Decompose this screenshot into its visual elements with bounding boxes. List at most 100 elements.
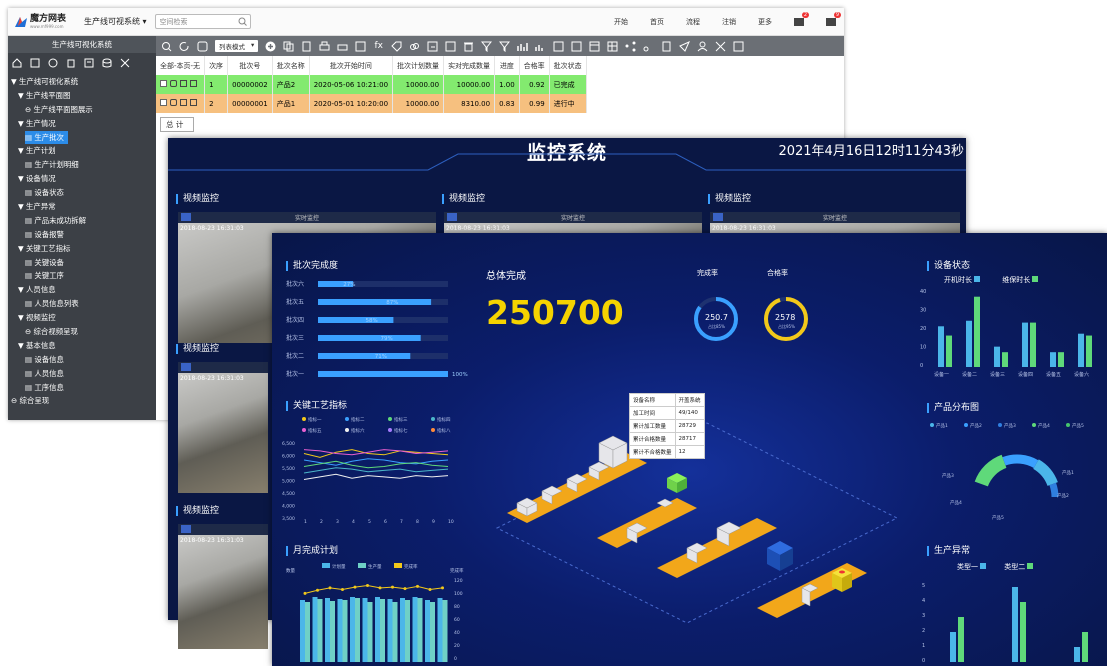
tag-icon[interactable] xyxy=(391,41,402,52)
tree-item[interactable]: ▤ 产品未成功拆解 xyxy=(8,214,156,228)
window-icon-2[interactable] xyxy=(571,41,582,52)
chart-icon[interactable] xyxy=(517,41,529,52)
row-checkbox[interactable] xyxy=(160,80,167,87)
camera-icon[interactable] xyxy=(181,363,191,371)
search-icon[interactable] xyxy=(238,17,247,26)
tree-item[interactable]: ▤ 关键设备 xyxy=(8,256,156,270)
tree-item[interactable]: ⊖ 生产线平面图展示 xyxy=(8,103,156,117)
camera-icon[interactable] xyxy=(181,525,191,533)
form-icon[interactable] xyxy=(355,41,366,52)
tree-item[interactable]: ▼ 生产线可视化系统 xyxy=(8,75,156,89)
refresh-icon[interactable] xyxy=(179,41,190,52)
share-icon[interactable] xyxy=(625,41,636,52)
tree-item[interactable]: ▤ 人员信息列表 xyxy=(8,297,156,311)
print-icon[interactable] xyxy=(319,41,330,52)
tree-item[interactable]: ▤ 人员信息 xyxy=(8,367,156,381)
print-preview-icon[interactable] xyxy=(337,41,348,52)
view-icon[interactable] xyxy=(170,99,177,106)
menu-start[interactable]: 开始 xyxy=(614,17,628,27)
layout-icon[interactable] xyxy=(589,41,600,52)
table-row[interactable]: 2 00000001 产品1 2020-05-01 10:20:00 10000.00 8… xyxy=(156,94,587,113)
tree-item[interactable]: ▼ 视频监控 xyxy=(8,311,156,325)
edit-icon[interactable] xyxy=(180,80,187,87)
tree-item[interactable]: ▼ 生产计划 xyxy=(8,144,156,158)
menu-logout[interactable]: 注销 xyxy=(722,17,736,27)
column-header[interactable]: 合格率 xyxy=(519,56,550,75)
edit-icon[interactable] xyxy=(180,99,187,106)
tree-item[interactable]: ▤ 生产批次 xyxy=(8,130,156,145)
column-header[interactable]: 批次名称 xyxy=(272,56,310,75)
column-header[interactable]: 批次状态 xyxy=(549,56,587,75)
tree-item[interactable]: ▤ 生产计划明细 xyxy=(8,158,156,172)
import-icon[interactable] xyxy=(445,41,456,52)
share-alt-icon[interactable] xyxy=(643,41,654,52)
edit-icon[interactable] xyxy=(30,58,40,68)
add-icon[interactable] xyxy=(265,41,276,52)
tree-item[interactable]: ▼ 关键工艺指标 xyxy=(8,242,156,256)
expand-icon[interactable] xyxy=(120,58,130,68)
menu-more[interactable]: 更多 xyxy=(758,17,772,27)
home-icon[interactable] xyxy=(12,58,22,68)
tree-item[interactable]: ▤ 工序信息 xyxy=(8,381,156,395)
tree-item[interactable]: ▼ 生产情况 xyxy=(8,117,156,131)
tree-item[interactable]: ▤ 设备状态 xyxy=(8,186,156,200)
info-icon[interactable] xyxy=(48,58,58,68)
message-icon[interactable]: 2 xyxy=(794,12,809,26)
column-header[interactable]: 进度 xyxy=(494,56,520,75)
column-header[interactable]: 实对完成数量 xyxy=(443,56,496,75)
column-header[interactable]: 批次开始时间 xyxy=(309,56,394,75)
column-header[interactable]: 批次计划数量 xyxy=(392,56,445,75)
filter-clear-icon[interactable] xyxy=(499,41,511,52)
trash-icon[interactable] xyxy=(463,41,474,52)
column-header[interactable]: 批次号 xyxy=(227,56,273,75)
tree-item[interactable]: ▼ 生产线平面图 xyxy=(8,89,156,103)
column-header[interactable]: 次序 xyxy=(204,56,229,75)
search-input[interactable]: 空间检索 xyxy=(154,14,251,29)
system-select[interactable]: 生产线可视系统 ▾ xyxy=(84,16,147,27)
column-header[interactable]: 全部-本页-无 xyxy=(156,56,206,75)
tree-item[interactable]: ▤ 设备报警 xyxy=(8,228,156,242)
list-icon[interactable] xyxy=(84,58,94,68)
tree-item[interactable]: ▤ 设备信息 xyxy=(8,353,156,367)
notice-icon[interactable]: 9 xyxy=(826,12,841,26)
user-icon[interactable] xyxy=(697,41,708,52)
tree-item[interactable]: ▼ 基本信息 xyxy=(8,339,156,353)
menu-home[interactable]: 首页 xyxy=(650,17,664,27)
view-icon[interactable] xyxy=(170,80,177,87)
tree-item[interactable]: ▼ 生产异常 xyxy=(8,200,156,214)
video-feed[interactable]: 2018-08-23 16:31:03 xyxy=(178,524,268,649)
formula-icon[interactable]: fx xyxy=(373,41,384,52)
camera-icon[interactable] xyxy=(181,213,191,221)
delete-icon[interactable] xyxy=(190,80,197,87)
logo[interactable]: 魔方网表 www.mf999.com xyxy=(14,14,76,29)
tree-item[interactable]: ▤ 关键工序 xyxy=(8,269,156,283)
window-icon[interactable] xyxy=(553,41,564,52)
tree-item[interactable]: ▼ 人员信息 xyxy=(8,283,156,297)
paste-icon[interactable] xyxy=(301,41,312,52)
stats-icon[interactable] xyxy=(535,41,546,52)
tree-item[interactable]: ⊖ 综合视频呈现 xyxy=(8,325,156,339)
delete-icon[interactable] xyxy=(190,99,197,106)
search-icon[interactable] xyxy=(161,41,172,52)
grid-icon[interactable] xyxy=(607,41,618,52)
copy-icon[interactable] xyxy=(283,41,294,52)
image-icon[interactable] xyxy=(733,41,744,52)
filter-icon[interactable] xyxy=(481,41,493,52)
back-icon[interactable] xyxy=(197,41,208,52)
send-icon[interactable] xyxy=(679,40,691,52)
table-row[interactable]: 1 00000002 产品2 2020-05-06 10:21:00 10000.00 1… xyxy=(156,75,587,94)
row-checkbox[interactable] xyxy=(160,99,167,106)
fullscreen-icon[interactable] xyxy=(715,41,726,52)
tree-item[interactable]: ⊖ 综合呈现 xyxy=(8,394,156,408)
menu-flow[interactable]: 流程 xyxy=(686,17,700,27)
video-feed[interactable]: 2018-08-23 16:31:03 xyxy=(178,362,268,493)
doc-icon[interactable] xyxy=(661,41,672,52)
camera-icon[interactable] xyxy=(713,213,723,221)
database-icon[interactable] xyxy=(102,58,112,68)
delete-icon[interactable] xyxy=(66,58,76,68)
export-icon[interactable] xyxy=(427,41,438,52)
camera-icon[interactable] xyxy=(447,213,457,221)
view-mode-select[interactable]: 列表模式 ▾ xyxy=(215,40,259,52)
link-icon[interactable] xyxy=(409,41,420,52)
tree-item[interactable]: ▼ 设备情况 xyxy=(8,172,156,186)
